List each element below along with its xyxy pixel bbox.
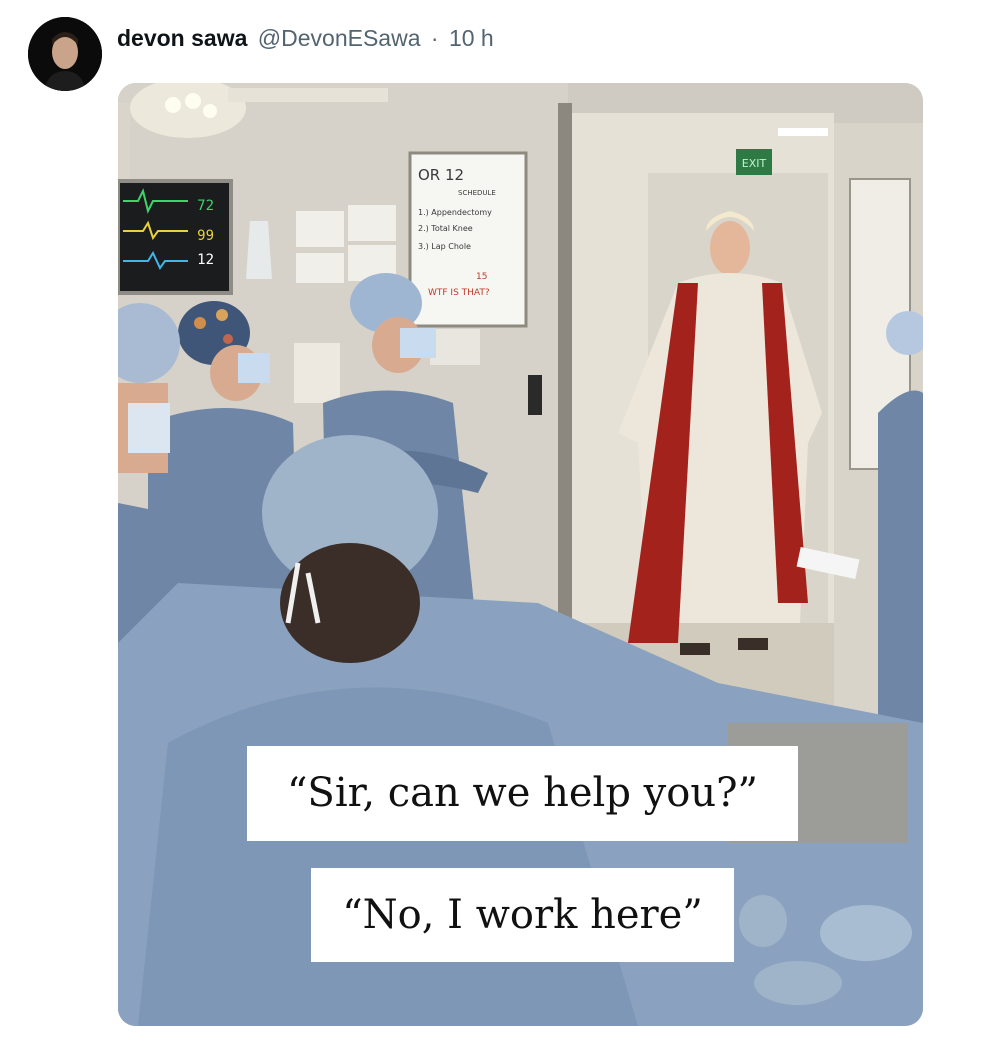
display-name[interactable]: devon sawa bbox=[117, 25, 247, 51]
monitor-value-1: 72 bbox=[197, 198, 214, 214]
board-item-3: 3.) Lap Chole bbox=[418, 242, 471, 251]
user-handle[interactable]: @DevonESawa bbox=[258, 25, 421, 51]
avatar[interactable] bbox=[28, 17, 102, 91]
exit-sign: EXIT bbox=[742, 157, 767, 170]
schedule-whiteboard: OR 12 SCHEDULE 1.) Appendectomy 2.) Tota… bbox=[408, 151, 528, 328]
monitor-value-3: 12 bbox=[197, 252, 214, 268]
vital-signs-monitor: 72 99 12 bbox=[118, 179, 233, 295]
caption-question: “Sir, can we help you?” bbox=[247, 746, 798, 841]
board-item-2: 2.) Total Knee bbox=[418, 224, 473, 233]
board-line-5: WTF IS THAT? bbox=[428, 288, 490, 298]
board-line-4: 15 bbox=[476, 272, 487, 282]
board-subtitle: SCHEDULE bbox=[458, 189, 496, 197]
caption-answer: “No, I work here” bbox=[311, 868, 734, 962]
tweet-header: devon sawa @DevonESawa · 10 h bbox=[117, 24, 494, 52]
board-item-1: 1.) Appendectomy bbox=[418, 208, 492, 217]
avatar-photo bbox=[28, 17, 102, 91]
timestamp[interactable]: 10 h bbox=[449, 25, 494, 51]
board-title: OR 12 bbox=[418, 166, 464, 184]
tweet-media-image[interactable]: 72 99 12 OR 12 SCHEDULE 1.) Appendectomy… bbox=[118, 83, 923, 1026]
separator-dot: · bbox=[430, 25, 439, 51]
monitor-value-2: 99 bbox=[197, 228, 214, 244]
